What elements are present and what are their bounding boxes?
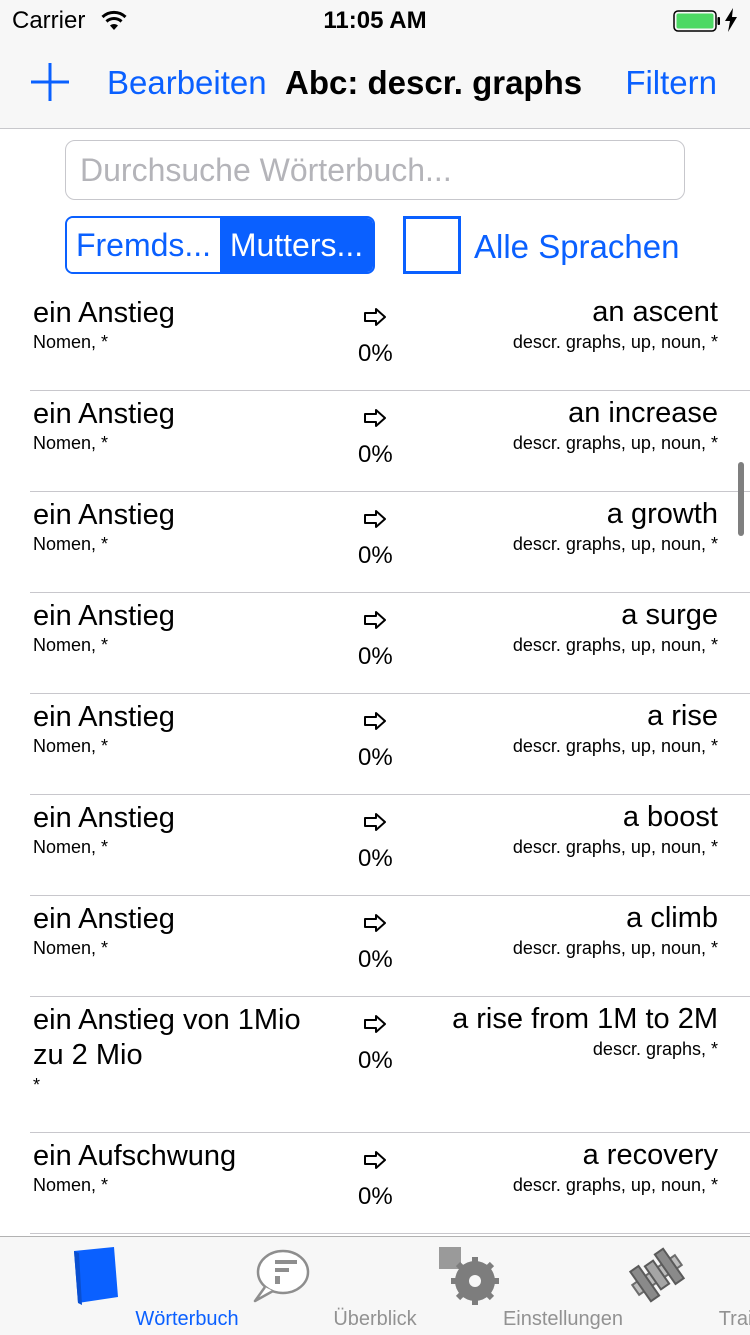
list-item[interactable]: ein Anstieg Nomen, * 0% an ascent descr.…	[30, 290, 750, 391]
progress-percent: 0%	[358, 542, 393, 570]
term-meta: Nomen, *	[33, 1175, 108, 1196]
translation-label: a boost	[623, 801, 718, 834]
all-languages-label[interactable]: Alle Sprachen	[474, 228, 679, 266]
speech-bubble-icon	[251, 1245, 311, 1305]
term-label: ein Anstieg von 1Mio zu 2 Mio	[33, 1003, 333, 1073]
dictionary-list[interactable]: ein Anstieg Nomen, * 0% an ascent descr.…	[0, 290, 750, 1236]
navigation-bar: Bearbeiten Abc: descr. graphs Filtern	[0, 40, 750, 129]
progress-percent: 0%	[358, 1047, 393, 1075]
progress-percent: 0%	[358, 744, 393, 772]
all-languages-checkbox[interactable]	[403, 216, 461, 274]
battery-icon	[673, 10, 721, 32]
translation-tags: descr. graphs, up, noun, *	[513, 837, 718, 858]
tab-ueberblick[interactable]: Überblick	[187, 1237, 375, 1335]
list-item[interactable]: ein Anstieg von 1Mio zu 2 Mio * 0% a ris…	[30, 997, 750, 1133]
translation-tags: descr. graphs, up, noun, *	[513, 635, 718, 656]
list-item[interactable]: ein Anstieg Nomen, * 0% a climb descr. g…	[30, 896, 750, 997]
translation-label: an ascent	[592, 296, 718, 329]
charging-bolt-icon	[724, 8, 738, 32]
translation-tags: descr. graphs, up, noun, *	[513, 736, 718, 757]
scroll-indicator[interactable]	[738, 462, 744, 536]
term-label: ein Anstieg	[33, 700, 333, 735]
term-meta: Nomen, *	[33, 534, 108, 555]
progress-percent: 0%	[358, 946, 393, 974]
progress-percent: 0%	[358, 643, 393, 671]
term-label: ein Anstieg	[33, 801, 333, 836]
segment-foreign[interactable]: Fremds...	[67, 218, 220, 272]
term-meta: Nomen, *	[33, 736, 108, 757]
arrow-right-icon	[363, 812, 387, 832]
arrow-right-icon	[363, 1014, 387, 1034]
translation-tags: descr. graphs, *	[593, 1039, 718, 1060]
translation-label: a growth	[607, 498, 718, 531]
book-icon	[64, 1245, 124, 1307]
tab-einstellungen[interactable]: Einstellungen	[375, 1237, 563, 1335]
translation-label: an increase	[568, 397, 718, 430]
translation-tags: descr. graphs, up, noun, *	[513, 1175, 718, 1196]
segment-native[interactable]: Mutters...	[220, 218, 373, 272]
list-item[interactable]: ein Anstieg Nomen, * 0% an increase desc…	[30, 391, 750, 492]
term-label: ein Anstieg	[33, 296, 333, 331]
language-segmented-control: Fremds... Mutters...	[65, 216, 375, 274]
gear-icon	[437, 1245, 501, 1307]
tab-bar: Wörterbuch Überblick Einstellungen	[0, 1236, 750, 1335]
progress-percent: 0%	[358, 340, 393, 368]
term-label: ein Anstieg	[33, 397, 333, 432]
arrow-right-icon	[363, 408, 387, 428]
term-meta: Nomen, *	[33, 635, 108, 656]
translation-label: a surge	[621, 599, 718, 632]
edit-button[interactable]: Bearbeiten	[107, 64, 267, 102]
term-meta: Nomen, *	[33, 332, 108, 353]
arrow-right-icon	[363, 913, 387, 933]
translation-label: a climb	[626, 902, 718, 935]
arrow-right-icon	[363, 509, 387, 529]
add-button[interactable]	[28, 60, 72, 104]
clock: 11:05 AM	[0, 7, 750, 35]
term-label: ein Anstieg	[33, 498, 333, 533]
dumbbell-icon	[627, 1245, 687, 1305]
tab-trainer[interactable]: Trainer	[563, 1237, 750, 1335]
term-meta: Nomen, *	[33, 837, 108, 858]
translation-tags: descr. graphs, up, noun, *	[513, 433, 718, 454]
translation-label: a recovery	[583, 1139, 718, 1172]
term-label: ein Aufschwung	[33, 1139, 333, 1174]
tab-woerterbuch[interactable]: Wörterbuch	[0, 1237, 187, 1335]
arrow-right-icon	[363, 711, 387, 731]
term-meta: *	[33, 1075, 40, 1096]
list-item[interactable]: ein Aufschwung Nomen, * 0% a recovery de…	[30, 1133, 750, 1234]
translation-tags: descr. graphs, up, noun, *	[513, 938, 718, 959]
list-item[interactable]: ein Anstieg Nomen, * 0% a surge descr. g…	[30, 593, 750, 694]
arrow-right-icon	[363, 1150, 387, 1170]
translation-label: a rise from 1M to 2M	[452, 1003, 718, 1036]
translation-tags: descr. graphs, up, noun, *	[513, 332, 718, 353]
translation-label: a rise	[647, 700, 718, 733]
progress-percent: 0%	[358, 1183, 393, 1211]
progress-percent: 0%	[358, 845, 393, 873]
filter-button[interactable]: Filtern	[625, 64, 717, 102]
search-input[interactable]	[65, 140, 685, 200]
list-item[interactable]: ein Anstieg Nomen, * 0% a rise descr. gr…	[30, 694, 750, 795]
arrow-right-icon	[363, 307, 387, 327]
list-item[interactable]: ein Anstieg Nomen, * 0% a growth descr. …	[30, 492, 750, 593]
progress-percent: 0%	[358, 441, 393, 469]
status-bar: Carrier 11:05 AM	[0, 0, 750, 40]
term-meta: Nomen, *	[33, 938, 108, 959]
list-item[interactable]: ein Anstieg Nomen, * 0% a boost descr. g…	[30, 795, 750, 896]
term-meta: Nomen, *	[33, 433, 108, 454]
arrow-right-icon	[363, 610, 387, 630]
term-label: ein Anstieg	[33, 599, 333, 634]
term-label: ein Anstieg	[33, 902, 333, 937]
tab-label: Trainer	[657, 1308, 750, 1331]
translation-tags: descr. graphs, up, noun, *	[513, 534, 718, 555]
page-title: Abc: descr. graphs	[285, 64, 582, 102]
